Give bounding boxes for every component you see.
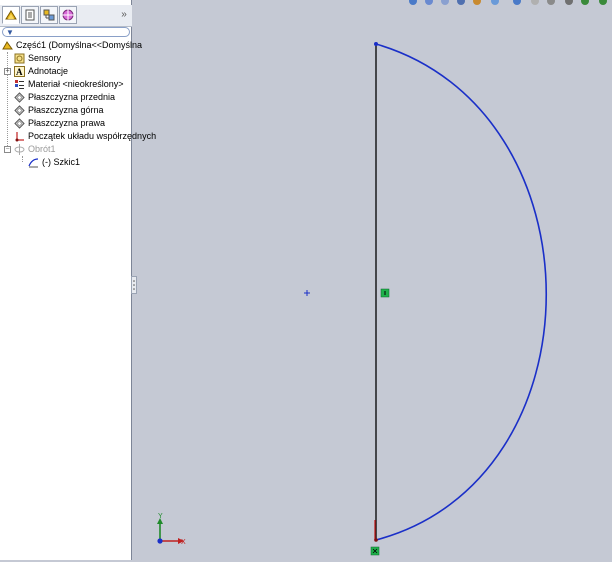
filter-funnel-icon: ▼ <box>6 28 14 37</box>
sketch-origin-marker <box>304 290 310 296</box>
revolve-icon <box>14 144 25 155</box>
annotations-icon: A <box>14 66 25 77</box>
tree-root-part[interactable]: Część1 (Domyślna<<Domyślna <box>2 39 142 52</box>
sketch-canvas[interactable]: Y X <box>133 0 612 560</box>
tree-guide-line <box>7 52 8 152</box>
configuration-manager-icon <box>43 9 55 21</box>
feature-manager-panel: » ▼ Część1 (Domyślna<<Domyślna Sensory +… <box>0 0 156 560</box>
triad-y-label: Y <box>158 513 163 520</box>
vertical-constraint-icon[interactable] <box>380 288 390 298</box>
plane-icon <box>14 105 25 116</box>
tree-item-label: Materiał <nieokreślony> <box>28 79 124 89</box>
expand-plus-icon[interactable]: + <box>4 68 11 75</box>
tree-filter-input[interactable]: ▼ <box>2 27 130 37</box>
plane-icon <box>14 92 25 103</box>
feature-manager-icon <box>5 10 17 20</box>
part-icon <box>2 41 13 50</box>
tree-item-label: (-) Szkic1 <box>42 157 80 167</box>
coincident-constraint-icon[interactable] <box>370 546 380 556</box>
triad-x-label: X <box>181 539 186 546</box>
tab-dimxpert-manager[interactable] <box>59 6 77 24</box>
arc-endpoint[interactable] <box>374 42 378 46</box>
sketch-arc[interactable] <box>375 43 548 541</box>
sensors-icon <box>14 53 25 64</box>
triad-z-axis <box>157 538 163 544</box>
tree-item-label: Obrót1 <box>28 144 56 154</box>
tree-item-label: Płaszczyzna górna <box>28 105 104 115</box>
sketch-icon <box>28 158 39 168</box>
tab-configuration-manager[interactable] <box>40 6 58 24</box>
tree-item-label: Sensory <box>28 53 62 63</box>
collapse-minus-icon[interactable]: − <box>4 146 11 153</box>
reference-triad: Y X <box>157 513 186 546</box>
property-manager-icon <box>25 9 35 21</box>
tree-guide-line <box>22 156 23 162</box>
svg-text:A: A <box>16 67 23 77</box>
expand-panel-chevron-icon[interactable]: » <box>118 8 130 22</box>
tab-feature-manager[interactable] <box>2 6 20 24</box>
dimxpert-manager-icon <box>62 9 74 21</box>
tab-property-manager[interactable] <box>21 6 39 24</box>
plane-icon <box>14 118 25 129</box>
origin-icon <box>15 132 24 142</box>
tree-item-label: Płaszczyzna przednia <box>28 92 116 102</box>
tree-root-label: Część1 (Domyślna<<Domyślna <box>16 40 143 50</box>
origin-point <box>374 538 378 542</box>
graphics-area[interactable]: Y X <box>133 0 612 560</box>
panel-tab-bar: » <box>0 5 132 27</box>
tree-item-label: Adnotacje <box>28 66 69 76</box>
material-icon <box>15 80 24 89</box>
tree-item-label: Płaszczyzna prawa <box>28 118 106 128</box>
